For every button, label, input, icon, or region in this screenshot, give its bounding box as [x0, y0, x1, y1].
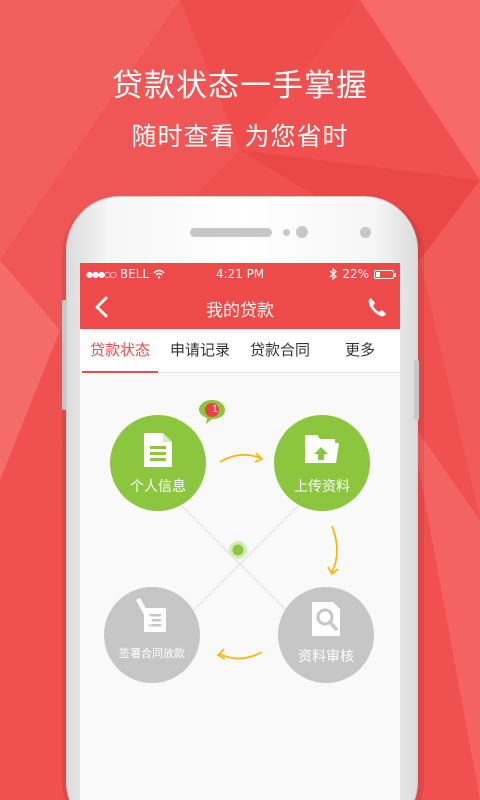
promo-subheadline: 随时查看 为您省时 [131, 122, 349, 151]
document-search-icon [312, 602, 340, 636]
phone-sensor [283, 229, 290, 236]
phone-camera [296, 226, 308, 238]
loan-progress-panel: 个人信息 上传资料 资料审核 签署合同放款 [80, 374, 400, 800]
nav-bar: 我的贷款 [80, 285, 400, 329]
battery-icon [374, 269, 396, 279]
document-icon [144, 433, 172, 467]
step-label: 上传资料 [294, 479, 350, 495]
arrow-left-icon [219, 651, 263, 660]
arrow-down-icon [331, 525, 338, 573]
phone-icon[interactable] [366, 295, 388, 319]
phone-side-button [414, 360, 419, 420]
step-document-review[interactable]: 资料审核 [278, 587, 374, 683]
phone-side-button [62, 300, 67, 410]
step-label: 个人信息 [130, 479, 186, 495]
tab-loan-status[interactable]: 贷款状态 [80, 329, 160, 373]
phone-proximity [360, 227, 371, 238]
tab-more[interactable]: 更多 [320, 329, 400, 372]
battery-percent: 22% [342, 267, 369, 281]
page-title: 我的贷款 [206, 301, 274, 321]
arrow-right-icon [219, 453, 261, 463]
bluetooth-icon [329, 268, 338, 280]
step-sign-contract-disburse[interactable]: 签署合同放款 [104, 587, 200, 683]
step-label: 签署合同放款 [119, 647, 185, 660]
notification-count: 1 [211, 404, 219, 415]
promo-headline: 贷款状态一手掌握 [112, 68, 368, 104]
tab-bar: 贷款状态 申请记录 贷款合同 更多 [80, 329, 400, 373]
status-bar: ●●●○○ BELL 4:21 PM 22% [80, 263, 400, 285]
phone-screen: ●●●○○ BELL 4:21 PM 22% 我的贷款 贷款状态 申请记录 贷款… [80, 263, 400, 800]
tab-loan-contracts[interactable]: 贷款合同 [240, 329, 320, 372]
folder-upload-icon [305, 435, 339, 463]
sign-contract-icon [136, 598, 166, 632]
step-label: 资料审核 [298, 649, 354, 665]
step-personal-info[interactable]: 个人信息 [110, 415, 206, 511]
tab-application-records[interactable]: 申请记录 [160, 329, 240, 372]
phone-speaker [190, 228, 272, 237]
step-upload-documents[interactable]: 上传资料 [274, 415, 370, 511]
